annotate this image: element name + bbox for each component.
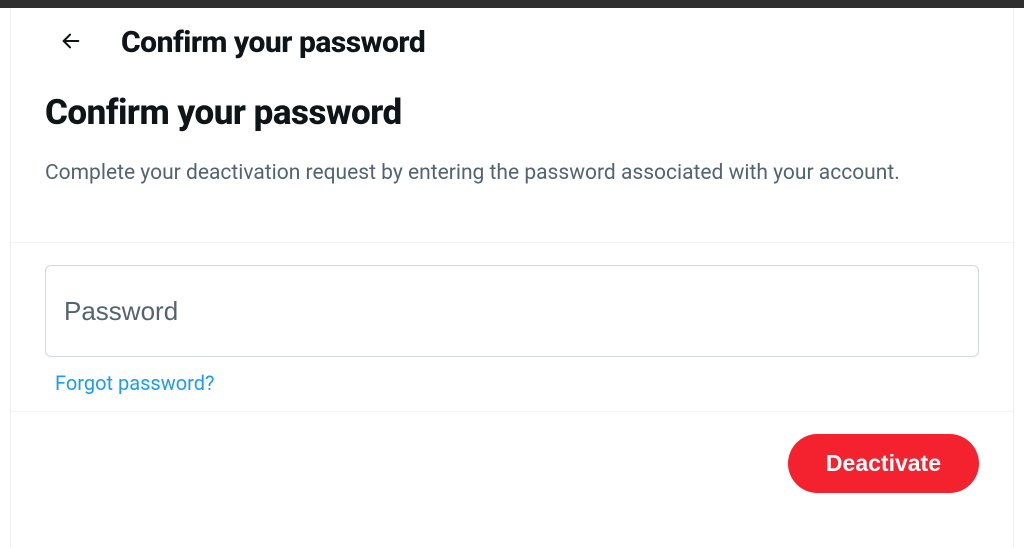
deactivate-button[interactable]: Deactivate bbox=[788, 434, 979, 493]
back-button[interactable] bbox=[51, 22, 91, 62]
settings-panel: Confirm your password Confirm your passw… bbox=[10, 8, 1014, 548]
arrow-left-icon bbox=[60, 30, 82, 55]
page-description: Complete your deactivation request by en… bbox=[45, 159, 979, 188]
forgot-password-link[interactable]: Forgot password? bbox=[55, 371, 215, 395]
window-top-bar bbox=[0, 0, 1024, 8]
main-content: Confirm your password Complete your deac… bbox=[11, 86, 1013, 214]
form-section: Forgot password? bbox=[11, 243, 1013, 411]
page-title: Confirm your password bbox=[45, 92, 979, 133]
header-title: Confirm your password bbox=[121, 25, 425, 60]
password-input[interactable] bbox=[45, 265, 979, 357]
header: Confirm your password bbox=[11, 8, 1013, 86]
footer: Deactivate bbox=[11, 412, 1013, 515]
